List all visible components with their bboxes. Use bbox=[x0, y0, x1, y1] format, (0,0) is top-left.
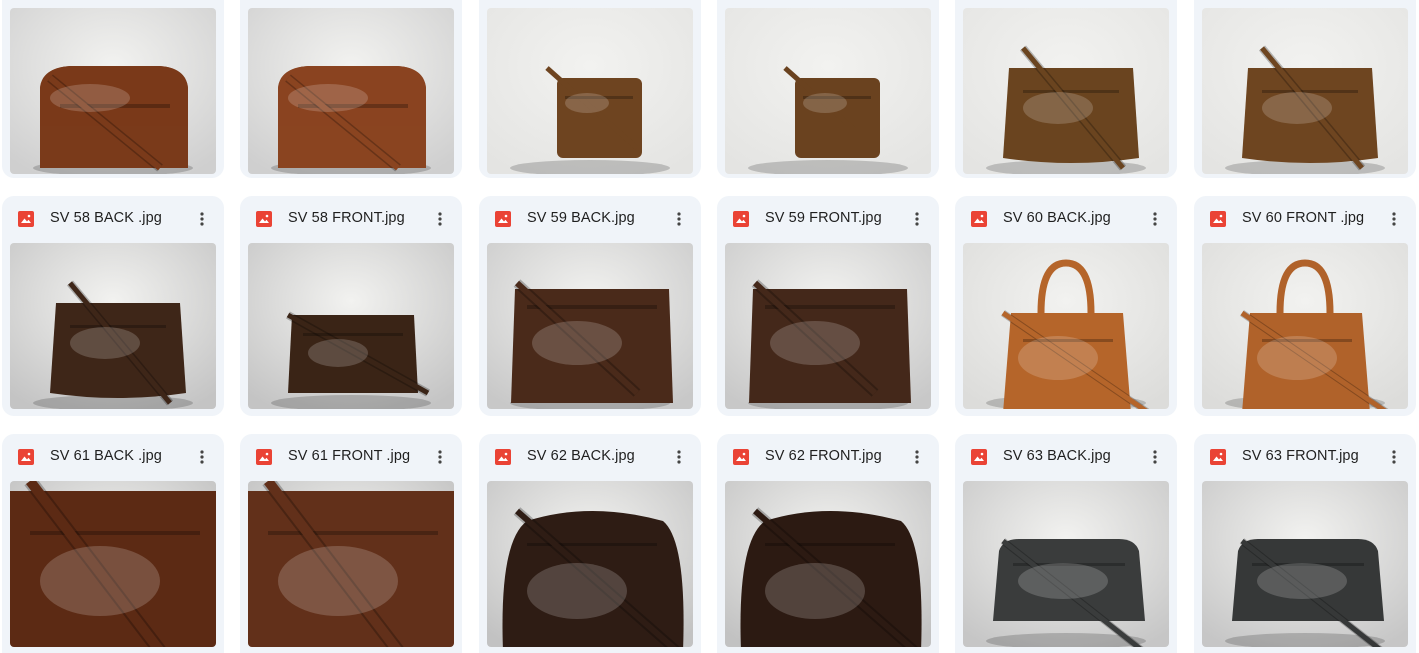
file-card-header: SV 61 FRONT .jpg bbox=[240, 434, 462, 480]
image-file-icon bbox=[256, 449, 272, 465]
file-thumbnail[interactable] bbox=[248, 481, 454, 647]
file-card[interactable] bbox=[1194, 0, 1416, 178]
image-file-icon bbox=[733, 449, 749, 465]
file-name: SV 60 BACK.jpg bbox=[1003, 210, 1111, 226]
image-file-icon bbox=[1210, 449, 1226, 465]
more-options-icon[interactable] bbox=[903, 205, 931, 233]
file-card-header: SV 63 FRONT.jpg bbox=[1194, 434, 1416, 480]
file-name: SV 60 FRONT .jpg bbox=[1242, 210, 1365, 226]
file-thumbnail[interactable] bbox=[10, 481, 216, 647]
image-file-icon bbox=[18, 211, 34, 227]
file-name: SV 61 FRONT .jpg bbox=[288, 448, 411, 464]
file-card-header: SV 58 FRONT.jpg bbox=[240, 196, 462, 242]
file-card-header: SV 62 BACK.jpg bbox=[479, 434, 701, 480]
file-card[interactable]: SV 58 FRONT.jpg bbox=[240, 196, 462, 416]
file-thumbnail[interactable] bbox=[963, 481, 1169, 647]
file-thumbnail[interactable] bbox=[487, 8, 693, 174]
file-thumbnail[interactable] bbox=[248, 243, 454, 409]
file-thumbnail[interactable] bbox=[487, 243, 693, 409]
file-name: SV 58 BACK .jpg bbox=[50, 210, 162, 226]
more-options-icon[interactable] bbox=[426, 205, 454, 233]
image-file-icon bbox=[733, 211, 749, 227]
more-options-icon[interactable] bbox=[903, 443, 931, 471]
more-options-icon[interactable] bbox=[665, 205, 693, 233]
file-card[interactable] bbox=[717, 0, 939, 178]
file-card[interactable] bbox=[955, 0, 1177, 178]
more-options-icon[interactable] bbox=[1141, 205, 1169, 233]
file-thumbnail[interactable] bbox=[725, 481, 931, 647]
file-card[interactable]: SV 63 BACK.jpg bbox=[955, 434, 1177, 653]
file-name: SV 62 BACK.jpg bbox=[527, 448, 635, 464]
file-thumbnail[interactable] bbox=[963, 243, 1169, 409]
file-card[interactable]: SV 61 BACK .jpg bbox=[2, 434, 224, 653]
file-card[interactable]: SV 63 FRONT.jpg bbox=[1194, 434, 1416, 653]
file-name: SV 63 FRONT.jpg bbox=[1242, 448, 1359, 464]
file-card[interactable]: SV 62 FRONT.jpg bbox=[717, 434, 939, 653]
more-options-icon[interactable] bbox=[665, 443, 693, 471]
image-file-icon bbox=[18, 449, 34, 465]
file-name: SV 62 FRONT.jpg bbox=[765, 448, 882, 464]
more-options-icon[interactable] bbox=[426, 443, 454, 471]
file-thumbnail[interactable] bbox=[248, 8, 454, 174]
image-file-icon bbox=[971, 211, 987, 227]
file-thumbnail[interactable] bbox=[963, 8, 1169, 174]
file-card[interactable]: SV 62 BACK.jpg bbox=[479, 434, 701, 653]
file-card[interactable] bbox=[240, 0, 462, 178]
file-card-header: SV 63 BACK.jpg bbox=[955, 434, 1177, 480]
image-file-icon bbox=[1210, 211, 1226, 227]
file-name: SV 59 FRONT.jpg bbox=[765, 210, 882, 226]
file-card-header: SV 60 BACK.jpg bbox=[955, 196, 1177, 242]
file-thumbnail[interactable] bbox=[1202, 481, 1408, 647]
file-card-header: SV 58 BACK .jpg bbox=[2, 196, 224, 242]
file-card[interactable]: SV 58 BACK .jpg bbox=[2, 196, 224, 416]
file-thumbnail[interactable] bbox=[10, 8, 216, 174]
image-file-icon bbox=[495, 449, 511, 465]
file-name: SV 58 FRONT.jpg bbox=[288, 210, 405, 226]
file-card[interactable]: SV 60 BACK.jpg bbox=[955, 196, 1177, 416]
file-name: SV 63 BACK.jpg bbox=[1003, 448, 1111, 464]
file-card[interactable]: SV 61 FRONT .jpg bbox=[240, 434, 462, 653]
file-card[interactable] bbox=[479, 0, 701, 178]
file-name: SV 59 BACK.jpg bbox=[527, 210, 635, 226]
file-thumbnail[interactable] bbox=[725, 243, 931, 409]
file-thumbnail[interactable] bbox=[10, 243, 216, 409]
file-card[interactable]: SV 60 FRONT .jpg bbox=[1194, 196, 1416, 416]
file-thumbnail[interactable] bbox=[487, 481, 693, 647]
more-options-icon[interactable] bbox=[1141, 443, 1169, 471]
file-card[interactable]: SV 59 BACK.jpg bbox=[479, 196, 701, 416]
image-file-icon bbox=[256, 211, 272, 227]
file-thumbnail[interactable] bbox=[725, 8, 931, 174]
file-card-header: SV 59 BACK.jpg bbox=[479, 196, 701, 242]
file-thumbnail[interactable] bbox=[1202, 243, 1408, 409]
image-file-icon bbox=[495, 211, 511, 227]
file-grid: SV 58 BACK .jpg SV 58 FRONT.jpg SV 59 BA… bbox=[0, 0, 1419, 653]
file-card[interactable] bbox=[2, 0, 224, 178]
more-options-icon[interactable] bbox=[188, 205, 216, 233]
more-options-icon[interactable] bbox=[1380, 443, 1408, 471]
file-card-header: SV 59 FRONT.jpg bbox=[717, 196, 939, 242]
more-options-icon[interactable] bbox=[1380, 205, 1408, 233]
file-card-header: SV 62 FRONT.jpg bbox=[717, 434, 939, 480]
file-card[interactable]: SV 59 FRONT.jpg bbox=[717, 196, 939, 416]
more-options-icon[interactable] bbox=[188, 443, 216, 471]
file-card-header: SV 61 BACK .jpg bbox=[2, 434, 224, 480]
file-card-header: SV 60 FRONT .jpg bbox=[1194, 196, 1416, 242]
file-name: SV 61 BACK .jpg bbox=[50, 448, 162, 464]
image-file-icon bbox=[971, 449, 987, 465]
file-thumbnail[interactable] bbox=[1202, 8, 1408, 174]
